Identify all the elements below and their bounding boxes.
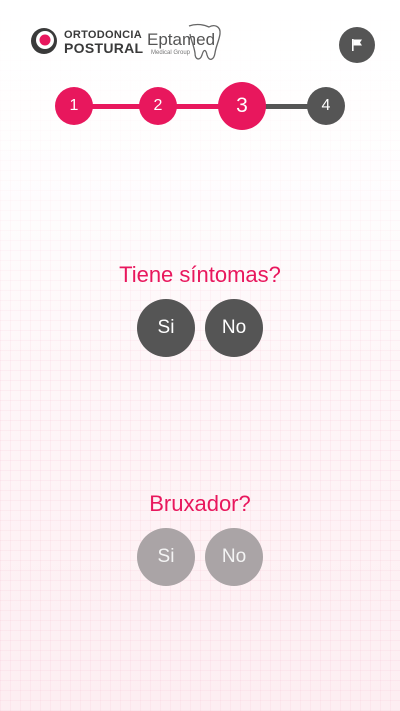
step-3-current[interactable]: 3 (218, 82, 266, 130)
eptamed-name: Eptamed (147, 30, 216, 49)
progress-stepper: 1 2 3 4 (0, 82, 400, 130)
logo-mark-icon (30, 27, 58, 55)
step-4[interactable]: 4 (307, 87, 345, 125)
step-2[interactable]: 2 (139, 87, 177, 125)
symptoms-no-button[interactable]: No (205, 299, 263, 357)
bruxism-yes-button[interactable]: Si (137, 528, 195, 586)
logo-text-line2: POSTURAL (64, 39, 144, 56)
logo-text-line1: ORTODONCIA (64, 28, 142, 41)
eptamed-logo: Eptamed Medical Group (145, 22, 225, 64)
flag-button[interactable] (339, 27, 375, 63)
symptoms-yes-button[interactable]: Si (137, 299, 195, 357)
ortodoncia-postural-logo: ORTODONCIA POSTURAL (30, 27, 143, 55)
eptamed-tagline: Medical Group (151, 50, 191, 56)
step-1[interactable]: 1 (55, 87, 93, 125)
flag-icon (352, 39, 362, 51)
bruxism-no-button[interactable]: No (205, 528, 263, 586)
question-symptoms: Tiene síntomas? (119, 262, 281, 287)
question-bruxism: Bruxador? (149, 491, 251, 516)
app-header: ORTODONCIA POSTURAL Eptamed Medical Grou… (0, 0, 400, 80)
